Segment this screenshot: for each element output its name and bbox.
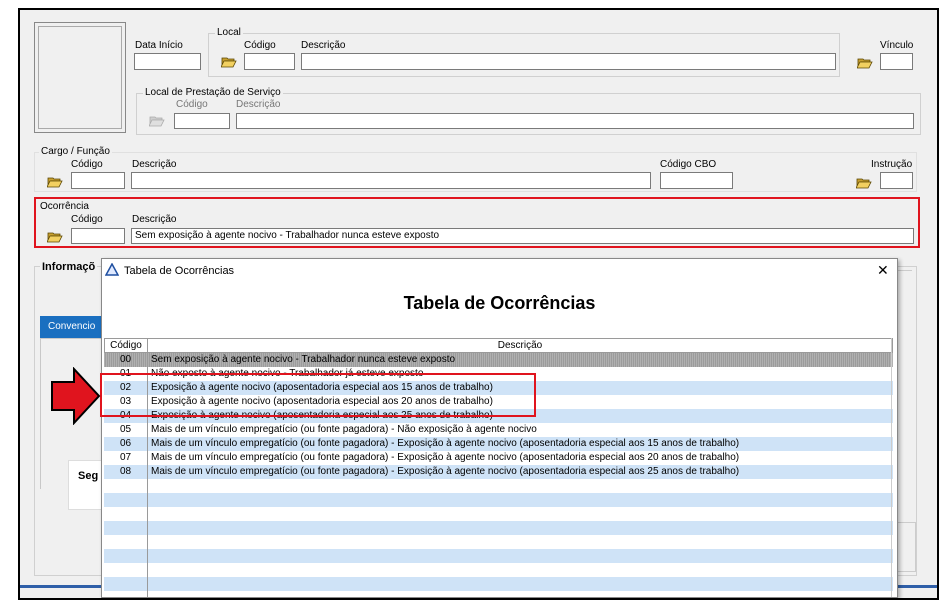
local-descricao-label: Descrição	[301, 40, 346, 51]
table-row[interactable]: 07 Mais de um vínculo empregatício (ou fo…	[104, 451, 893, 465]
close-icon[interactable]: ✕	[877, 262, 889, 279]
local-group-title: Local	[215, 27, 243, 38]
cargo-instrucao-label: Instrução	[871, 159, 913, 170]
table-row[interactable]: 00 Sem exposição à agente nocivo - Trabal…	[104, 353, 893, 367]
main-window: Data Início Local Código Descrição Víncu…	[18, 8, 939, 600]
rows-highlight	[100, 373, 536, 417]
vinculo-field[interactable]	[880, 53, 913, 70]
bottom-panel-edge	[898, 522, 916, 572]
column-header-codigo[interactable]: Código	[104, 338, 148, 353]
cargo-codigo-label: Código	[71, 159, 103, 170]
cargo-cbo-label: Código CBO	[660, 159, 717, 170]
open-folder-icon[interactable]	[221, 55, 237, 68]
open-folder-icon[interactable]	[47, 175, 63, 188]
row-description: Sem exposição à agente nocivo - Trabalha…	[151, 354, 456, 365]
table-row[interactable]: 06 Mais de um vínculo empregatício (ou fo…	[104, 437, 893, 451]
tab-convencional[interactable]: Convencio	[40, 316, 102, 338]
row-code: 08	[119, 466, 132, 477]
cargo-group-title: Cargo / Função	[39, 146, 112, 157]
dialog-titlebar: Tabela de Ocorrências ✕	[102, 259, 897, 283]
seg-label: Seg	[78, 470, 99, 482]
warning-triangle-icon	[104, 262, 120, 279]
cargo-cbo-field[interactable]	[660, 172, 733, 189]
empty-table-row[interactable]	[104, 479, 893, 493]
instrucao-field[interactable]	[880, 172, 913, 189]
row-description: Mais de um vínculo empregatício (ou font…	[151, 452, 740, 463]
local-prestacao-codigo-label: Código	[176, 99, 208, 110]
empty-table-row[interactable]	[104, 535, 893, 549]
local-prestacao-title: Local de Prestação de Serviço	[143, 87, 283, 98]
empty-table-row[interactable]	[104, 493, 893, 507]
open-folder-icon	[149, 114, 165, 127]
local-prestacao-descricao-field[interactable]	[236, 113, 914, 129]
open-folder-icon[interactable]	[857, 56, 873, 69]
open-folder-icon[interactable]	[856, 176, 872, 189]
local-prestacao-codigo-field[interactable]	[174, 113, 230, 129]
informacoes-title: Informaçõ	[40, 261, 98, 273]
row-description: Mais de um vínculo empregatício (ou font…	[151, 466, 740, 477]
ocorrencia-highlight	[34, 197, 920, 248]
grid-right-edge	[891, 338, 892, 597]
local-prestacao-descricao-label: Descrição	[236, 99, 281, 110]
red-arrow-annotation	[51, 366, 101, 428]
cargo-descricao-field[interactable]	[131, 172, 651, 189]
table-row[interactable]: 05 Mais de um vínculo empregatício (ou fo…	[104, 423, 893, 437]
row-code: 06	[119, 438, 132, 449]
photo-box[interactable]	[34, 22, 126, 133]
local-codigo-label: Código	[244, 40, 276, 51]
cargo-codigo-field[interactable]	[71, 172, 125, 189]
empty-table-row[interactable]	[104, 577, 893, 591]
row-code: 00	[119, 354, 132, 365]
row-code: 07	[119, 452, 132, 463]
row-description: Mais de um vínculo empregatício (ou font…	[151, 424, 537, 435]
cargo-descricao-label: Descrição	[132, 159, 177, 170]
table-row[interactable]: 08 Mais de um vínculo empregatício (ou fo…	[104, 465, 893, 479]
vinculo-label: Vínculo	[880, 40, 914, 51]
row-description: Mais de um vínculo empregatício (ou font…	[151, 438, 740, 449]
dialog-title: Tabela de Ocorrências	[124, 265, 235, 277]
empty-table-row[interactable]	[104, 507, 893, 521]
ocorrencias-dialog: Tabela de Ocorrências ✕ Tabela de Ocorrê…	[101, 258, 898, 598]
row-code: 05	[119, 424, 132, 435]
local-descricao-field[interactable]	[301, 53, 836, 70]
data-inicio-field[interactable]	[134, 53, 201, 70]
empty-table-row[interactable]	[104, 549, 893, 563]
dialog-heading: Tabela de Ocorrências	[403, 293, 596, 313]
column-header-descricao[interactable]: Descrição	[147, 338, 893, 353]
empty-table-row[interactable]	[104, 591, 893, 597]
empty-table-row[interactable]	[104, 563, 893, 577]
data-inicio-label: Data Início	[135, 40, 183, 51]
local-codigo-field[interactable]	[244, 53, 295, 70]
empty-table-row[interactable]	[104, 521, 893, 535]
